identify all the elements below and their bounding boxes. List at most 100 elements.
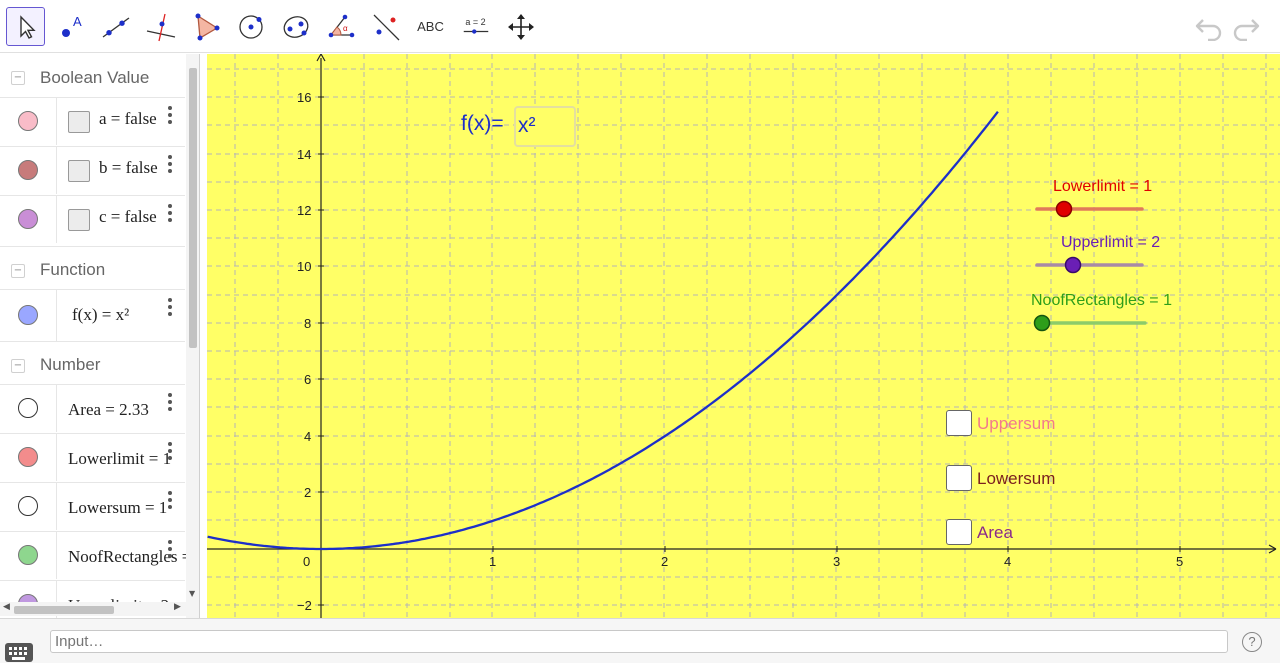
y-tick-label: 14 <box>297 147 311 162</box>
checkbox-uppersum[interactable] <box>946 410 972 436</box>
marble-cell <box>0 196 57 243</box>
slider-tool-button[interactable]: a = 2 <box>456 7 495 46</box>
circle-with-center-tool-button[interactable] <box>231 7 270 46</box>
keyboard-icon[interactable] <box>5 643 33 662</box>
angle-tool-button[interactable]: α <box>321 7 360 46</box>
boolean-checkbox-a[interactable] <box>68 111 90 133</box>
help-icon[interactable]: ? <box>1242 632 1262 652</box>
slider-upperlimit[interactable] <box>1035 256 1144 274</box>
algebra-row-c[interactable]: c = false <box>0 195 185 243</box>
algebra-vertical-scrollbar[interactable]: ▼ <box>186 54 199 618</box>
marble-cell <box>0 98 57 145</box>
more-options-icon[interactable] <box>166 154 174 176</box>
algebra-item-text: NoofRectangles = 1 <box>68 547 200 566</box>
function-input-box[interactable]: x² <box>514 106 576 147</box>
redo-button[interactable] <box>1231 13 1261 41</box>
slider-handle[interactable] <box>1055 200 1073 218</box>
slider-label-lowerlimit: Lowerlimit = 1 <box>1053 178 1153 195</box>
group-header-label: Number <box>40 355 101 374</box>
algebra-item-text: Area = 2.33 <box>68 400 149 419</box>
boolean-checkbox-b[interactable] <box>68 160 90 182</box>
checkbox-lowersum[interactable] <box>946 465 972 491</box>
algebra-item-text: b = false <box>99 158 158 177</box>
y-tick-label: 10 <box>297 259 311 274</box>
angle-icon: α <box>328 14 354 37</box>
coordinate-plane: 0 1 2 3 4 5 16 14 12 10 8 6 4 2 −2 <box>207 54 1280 618</box>
group-header-number[interactable]: − Number <box>0 341 185 388</box>
reflect-about-line-tool-button[interactable] <box>366 7 405 46</box>
group-header-boolean[interactable]: − Boolean Value <box>0 54 185 101</box>
visibility-marble[interactable] <box>18 160 38 180</box>
more-options-icon[interactable] <box>166 392 174 414</box>
x-tick-label: 0 <box>303 554 310 569</box>
group-header-function[interactable]: − Function <box>0 246 185 293</box>
x-tick-label: 2 <box>661 554 668 569</box>
scrollbar-thumb[interactable] <box>14 606 114 614</box>
move-graphics-view-tool-button[interactable] <box>501 7 540 46</box>
algebra-item-text: c = false <box>99 207 157 226</box>
slider-lowerlimit[interactable] <box>1035 200 1144 218</box>
toolbar: A α ABC a = 2 <box>0 0 1280 53</box>
group-header-label: Function <box>40 260 106 279</box>
scroll-left-arrow-icon[interactable]: ◀ <box>3 602 10 612</box>
svg-text:A: A <box>73 14 82 29</box>
more-options-icon[interactable] <box>166 441 174 463</box>
scroll-down-arrow-icon[interactable]: ▼ <box>189 589 195 598</box>
more-options-icon[interactable] <box>166 539 174 561</box>
polygon-tool-button[interactable] <box>186 7 225 46</box>
line-tool-button[interactable] <box>96 7 135 46</box>
algebra-row-f[interactable]: f(x) = x² <box>0 289 185 341</box>
algebra-input-field[interactable] <box>50 630 1228 653</box>
visibility-marble[interactable] <box>18 305 38 325</box>
collapse-icon[interactable]: − <box>11 264 25 278</box>
slider-icon <box>463 29 488 34</box>
algebra-row-area[interactable]: Area = 2.33 <box>0 384 185 432</box>
perpendicular-line-tool-button[interactable] <box>141 7 180 46</box>
collapse-icon[interactable]: − <box>11 71 25 85</box>
algebra-item-text: f(x) = x² <box>72 305 130 324</box>
triangle-polygon-icon <box>195 13 219 40</box>
move-tool-button[interactable] <box>6 7 45 46</box>
checkbox-area[interactable] <box>946 519 972 545</box>
ellipse-tool-button[interactable] <box>276 7 315 46</box>
visibility-marble[interactable] <box>18 545 38 565</box>
reflect-icon <box>373 14 399 40</box>
function-graph-f[interactable] <box>207 110 999 551</box>
algebra-row-lowerlimit[interactable]: Lowerlimit = 1 <box>0 433 185 481</box>
x-tick-label: 3 <box>833 554 840 569</box>
algebra-view: − Boolean Value a = false b = false c = … <box>0 54 200 618</box>
boolean-checkbox-c[interactable] <box>68 209 90 231</box>
scrollbar-thumb[interactable] <box>189 68 197 348</box>
text-tool-button[interactable]: ABC <box>411 7 450 46</box>
more-options-icon[interactable] <box>166 297 174 319</box>
point-tool-button[interactable]: A <box>51 7 90 46</box>
more-options-icon[interactable] <box>166 105 174 127</box>
algebra-row-a[interactable]: a = false <box>0 97 185 145</box>
marble-cell <box>0 532 57 579</box>
more-options-icon[interactable] <box>166 203 174 225</box>
algebra-row-b[interactable]: b = false <box>0 146 185 194</box>
algebra-row-lowersum[interactable]: Lowersum = 1 <box>0 482 185 530</box>
marble-cell <box>0 290 57 341</box>
visibility-marble[interactable] <box>18 398 38 418</box>
x-tick-label: 4 <box>1004 554 1011 569</box>
slider-handle[interactable] <box>1033 314 1051 332</box>
algebra-row-noofrectangles[interactable]: NoofRectangles = 1 <box>0 531 199 579</box>
visibility-marble[interactable] <box>18 209 38 229</box>
svg-text:α: α <box>343 24 348 33</box>
algebra-item-text: Lowersum = 1 <box>68 498 168 517</box>
visibility-marble[interactable] <box>18 496 38 516</box>
graphics-view[interactable]: 0 1 2 3 4 5 16 14 12 10 8 6 4 2 −2 f(x)=… <box>207 54 1280 618</box>
slider-handle[interactable] <box>1064 256 1082 274</box>
visibility-marble[interactable] <box>18 111 38 131</box>
y-tick-label: 2 <box>304 485 311 500</box>
scroll-right-arrow-icon[interactable]: ▶ <box>174 602 181 612</box>
slider-label-upperlimit: Upperlimit = 2 <box>1061 234 1161 251</box>
grid-lines <box>207 54 1280 618</box>
more-options-icon[interactable] <box>166 490 174 512</box>
collapse-icon[interactable]: − <box>11 359 25 373</box>
undo-button[interactable] <box>1194 13 1224 41</box>
ellipse-icon <box>283 15 308 38</box>
algebra-horizontal-scrollbar[interactable]: ◀ ▶ <box>0 602 186 616</box>
visibility-marble[interactable] <box>18 447 38 467</box>
